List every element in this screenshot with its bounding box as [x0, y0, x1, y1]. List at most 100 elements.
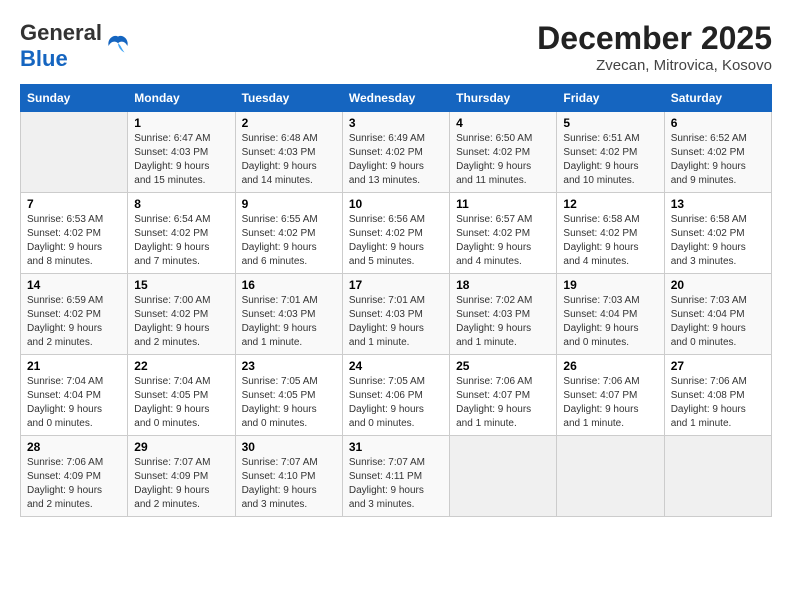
daylight: Daylight: 9 hours and 15 minutes. — [134, 161, 209, 186]
sunset: Sunset: 4:03 PM — [456, 309, 530, 320]
sunrise: Sunrise: 7:00 AM — [134, 295, 210, 306]
calendar-cell: 30 Sunrise: 7:07 AM Sunset: 4:10 PM Dayl… — [235, 436, 342, 517]
day-number: 16 — [242, 278, 336, 292]
sunrise: Sunrise: 6:57 AM — [456, 214, 532, 225]
calendar-cell: 14 Sunrise: 6:59 AM Sunset: 4:02 PM Dayl… — [21, 274, 128, 355]
daylight: Daylight: 9 hours and 1 minute. — [242, 323, 317, 348]
day-number: 1 — [134, 116, 228, 130]
daylight: Daylight: 9 hours and 7 minutes. — [134, 242, 209, 267]
day-info: Sunrise: 6:50 AM Sunset: 4:02 PM Dayligh… — [456, 132, 550, 188]
day-number: 20 — [671, 278, 765, 292]
daylight: Daylight: 9 hours and 3 minutes. — [349, 485, 424, 510]
calendar-cell — [664, 436, 771, 517]
daylight: Daylight: 9 hours and 1 minute. — [563, 404, 638, 429]
sunset: Sunset: 4:02 PM — [27, 309, 101, 320]
calendar-cell: 23 Sunrise: 7:05 AM Sunset: 4:05 PM Dayl… — [235, 355, 342, 436]
daylight: Daylight: 9 hours and 11 minutes. — [456, 161, 531, 186]
sunrise: Sunrise: 7:01 AM — [242, 295, 318, 306]
daylight: Daylight: 9 hours and 14 minutes. — [242, 161, 317, 186]
logo-general: General — [20, 20, 102, 45]
sunrise: Sunrise: 6:56 AM — [349, 214, 425, 225]
sunset: Sunset: 4:10 PM — [242, 471, 316, 482]
sunset: Sunset: 4:02 PM — [134, 309, 208, 320]
calendar-table: SundayMondayTuesdayWednesdayThursdayFrid… — [20, 84, 772, 517]
day-info: Sunrise: 7:04 AM Sunset: 4:04 PM Dayligh… — [27, 375, 121, 431]
day-info: Sunrise: 6:52 AM Sunset: 4:02 PM Dayligh… — [671, 132, 765, 188]
sunset: Sunset: 4:02 PM — [27, 228, 101, 239]
sunset: Sunset: 4:02 PM — [456, 147, 530, 158]
day-info: Sunrise: 7:03 AM Sunset: 4:04 PM Dayligh… — [671, 294, 765, 350]
day-number: 15 — [134, 278, 228, 292]
header-friday: Friday — [557, 85, 664, 112]
daylight: Daylight: 9 hours and 0 minutes. — [27, 404, 102, 429]
day-info: Sunrise: 6:49 AM Sunset: 4:02 PM Dayligh… — [349, 132, 443, 188]
sunrise: Sunrise: 6:53 AM — [27, 214, 103, 225]
location: Zvecan, Mitrovica, Kosovo — [537, 57, 772, 74]
day-number: 14 — [27, 278, 121, 292]
day-number: 8 — [134, 197, 228, 211]
sunrise: Sunrise: 6:52 AM — [671, 133, 747, 144]
day-info: Sunrise: 7:06 AM Sunset: 4:07 PM Dayligh… — [456, 375, 550, 431]
sunset: Sunset: 4:02 PM — [349, 228, 423, 239]
day-number: 30 — [242, 440, 336, 454]
daylight: Daylight: 9 hours and 1 minute. — [456, 404, 531, 429]
daylight: Daylight: 9 hours and 5 minutes. — [349, 242, 424, 267]
day-info: Sunrise: 7:04 AM Sunset: 4:05 PM Dayligh… — [134, 375, 228, 431]
sunrise: Sunrise: 6:51 AM — [563, 133, 639, 144]
calendar-cell: 27 Sunrise: 7:06 AM Sunset: 4:08 PM Dayl… — [664, 355, 771, 436]
daylight: Daylight: 9 hours and 0 minutes. — [242, 404, 317, 429]
daylight: Daylight: 9 hours and 13 minutes. — [349, 161, 424, 186]
daylight: Daylight: 9 hours and 4 minutes. — [456, 242, 531, 267]
calendar-cell — [557, 436, 664, 517]
calendar-cell: 2 Sunrise: 6:48 AM Sunset: 4:03 PM Dayli… — [235, 112, 342, 193]
header-wednesday: Wednesday — [342, 85, 449, 112]
day-info: Sunrise: 6:58 AM Sunset: 4:02 PM Dayligh… — [563, 213, 657, 269]
daylight: Daylight: 9 hours and 8 minutes. — [27, 242, 102, 267]
sunrise: Sunrise: 7:05 AM — [242, 376, 318, 387]
day-info: Sunrise: 7:06 AM Sunset: 4:08 PM Dayligh… — [671, 375, 765, 431]
sunset: Sunset: 4:05 PM — [242, 390, 316, 401]
calendar-cell: 6 Sunrise: 6:52 AM Sunset: 4:02 PM Dayli… — [664, 112, 771, 193]
day-number: 29 — [134, 440, 228, 454]
day-info: Sunrise: 6:53 AM Sunset: 4:02 PM Dayligh… — [27, 213, 121, 269]
calendar-cell: 24 Sunrise: 7:05 AM Sunset: 4:06 PM Dayl… — [342, 355, 449, 436]
sunset: Sunset: 4:03 PM — [242, 147, 316, 158]
calendar-cell: 28 Sunrise: 7:06 AM Sunset: 4:09 PM Dayl… — [21, 436, 128, 517]
day-info: Sunrise: 7:01 AM Sunset: 4:03 PM Dayligh… — [349, 294, 443, 350]
calendar-cell: 9 Sunrise: 6:55 AM Sunset: 4:02 PM Dayli… — [235, 193, 342, 274]
daylight: Daylight: 9 hours and 0 minutes. — [671, 323, 746, 348]
day-number: 18 — [456, 278, 550, 292]
sunrise: Sunrise: 7:06 AM — [671, 376, 747, 387]
daylight: Daylight: 9 hours and 2 minutes. — [134, 485, 209, 510]
sunset: Sunset: 4:04 PM — [27, 390, 101, 401]
day-info: Sunrise: 6:55 AM Sunset: 4:02 PM Dayligh… — [242, 213, 336, 269]
daylight: Daylight: 9 hours and 0 minutes. — [349, 404, 424, 429]
calendar-cell — [450, 436, 557, 517]
calendar-week-4: 21 Sunrise: 7:04 AM Sunset: 4:04 PM Dayl… — [21, 355, 772, 436]
calendar-cell: 16 Sunrise: 7:01 AM Sunset: 4:03 PM Dayl… — [235, 274, 342, 355]
sunrise: Sunrise: 6:48 AM — [242, 133, 318, 144]
day-number: 23 — [242, 359, 336, 373]
header-thursday: Thursday — [450, 85, 557, 112]
logo-blue: Blue — [20, 46, 68, 71]
sunrise: Sunrise: 7:07 AM — [349, 457, 425, 468]
day-number: 13 — [671, 197, 765, 211]
header-sunday: Sunday — [21, 85, 128, 112]
daylight: Daylight: 9 hours and 2 minutes. — [134, 323, 209, 348]
calendar-week-1: 1 Sunrise: 6:47 AM Sunset: 4:03 PM Dayli… — [21, 112, 772, 193]
day-info: Sunrise: 6:58 AM Sunset: 4:02 PM Dayligh… — [671, 213, 765, 269]
calendar-cell: 18 Sunrise: 7:02 AM Sunset: 4:03 PM Dayl… — [450, 274, 557, 355]
calendar-cell — [21, 112, 128, 193]
day-info: Sunrise: 6:59 AM Sunset: 4:02 PM Dayligh… — [27, 294, 121, 350]
day-number: 10 — [349, 197, 443, 211]
sunset: Sunset: 4:02 PM — [242, 228, 316, 239]
calendar-cell: 31 Sunrise: 7:07 AM Sunset: 4:11 PM Dayl… — [342, 436, 449, 517]
daylight: Daylight: 9 hours and 1 minute. — [671, 404, 746, 429]
calendar-cell: 8 Sunrise: 6:54 AM Sunset: 4:02 PM Dayli… — [128, 193, 235, 274]
header-saturday: Saturday — [664, 85, 771, 112]
sunset: Sunset: 4:02 PM — [134, 228, 208, 239]
sunrise: Sunrise: 7:03 AM — [563, 295, 639, 306]
day-number: 26 — [563, 359, 657, 373]
calendar-cell: 4 Sunrise: 6:50 AM Sunset: 4:02 PM Dayli… — [450, 112, 557, 193]
daylight: Daylight: 9 hours and 2 minutes. — [27, 485, 102, 510]
